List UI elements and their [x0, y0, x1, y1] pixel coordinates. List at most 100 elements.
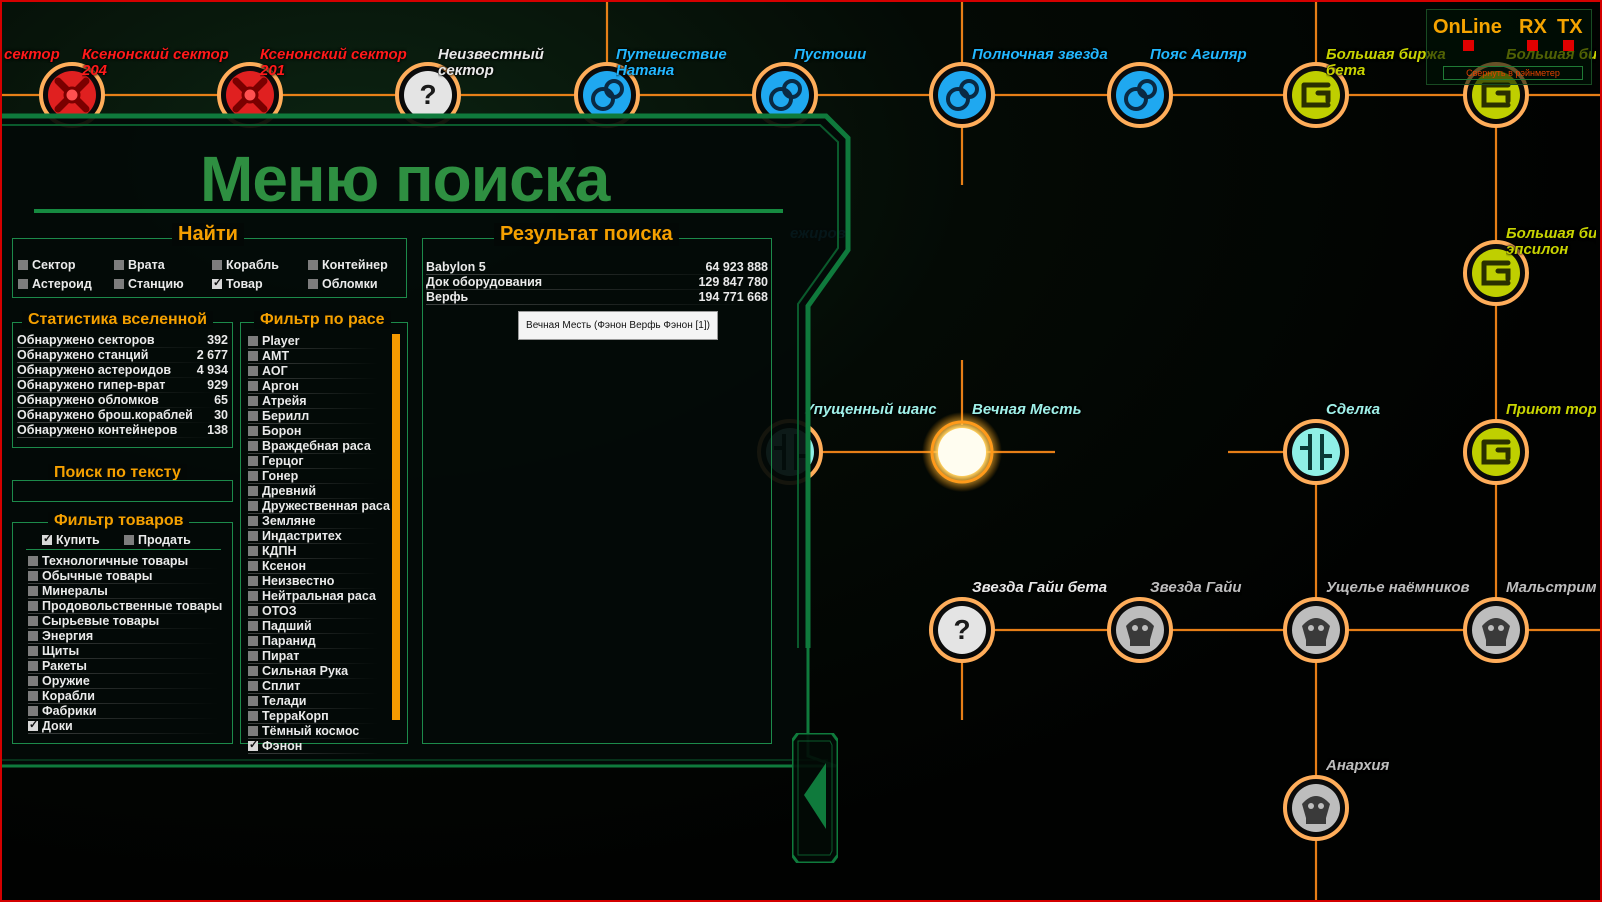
goods-filter-checkbox[interactable]: Ракеты — [28, 659, 87, 674]
sell-checkbox[interactable]: Продать — [124, 533, 191, 548]
online-label: OnLine — [1433, 16, 1502, 38]
sector-label[interactable]: Приют торговца — [1506, 402, 1596, 418]
sector-label[interactable]: Звезда Гайи бета — [972, 580, 1107, 596]
race-filter-checkbox[interactable]: Нейтральная раса — [248, 589, 376, 604]
sector-label[interactable]: Пустоши — [794, 47, 866, 63]
race-filter-checkbox[interactable]: Сильная Рука — [248, 664, 348, 679]
checkbox-label: ОТОЗ — [262, 604, 297, 618]
rx-indicator-icon — [1527, 40, 1538, 51]
goods-filter-checkbox[interactable]: Фабрики — [28, 704, 97, 719]
sector-node-split-icon[interactable] — [1283, 419, 1349, 485]
race-filter-checkbox[interactable]: Берилл — [248, 409, 309, 424]
goods-filter-checkbox[interactable]: Доки — [28, 718, 73, 734]
goods-filter-checkbox[interactable]: Энергия — [28, 629, 93, 644]
goods-filter-checkbox[interactable]: Технологичные товары — [28, 554, 188, 569]
sector-label[interactable]: Полночная звезда — [972, 47, 1108, 63]
sector-node-pirate-icon[interactable] — [1107, 597, 1173, 663]
find-option-checkbox[interactable]: Корабль — [212, 258, 279, 273]
race-filter-checkbox[interactable]: Сплит — [248, 679, 300, 694]
race-filter-checkbox[interactable]: ТерраКорп — [248, 709, 329, 724]
sector-label[interactable]: Ущелье наёмников — [1326, 580, 1470, 596]
race-filter-checkbox[interactable]: Земляне — [248, 514, 316, 529]
result-name[interactable]: Babylon 5 — [426, 260, 486, 275]
sector-label[interactable]: Ксенонский сектор 204 — [82, 47, 229, 79]
find-option-checkbox[interactable]: Станцию — [114, 277, 184, 292]
race-filter-checkbox[interactable]: Телади — [248, 694, 306, 709]
find-option-checkbox[interactable]: Сектор — [18, 258, 75, 273]
find-option-checkbox[interactable]: Астероид — [18, 277, 92, 292]
stat-value: 65 — [214, 393, 228, 407]
sector-label[interactable]: Большая биржаэпсилон — [1506, 226, 1596, 258]
find-option-checkbox[interactable]: Обломки — [308, 277, 378, 292]
race-filter-checkbox[interactable]: Паранид — [248, 634, 316, 649]
sector-label[interactable]: Путешествие Натана — [616, 47, 727, 79]
race-filter-checkbox[interactable]: Пират — [248, 649, 299, 664]
race-filter-checkbox[interactable]: Борон — [248, 424, 301, 439]
race-filter-scrollbar[interactable] — [392, 334, 400, 720]
sector-label[interactable]: сектор — [4, 47, 60, 63]
race-filter-checkbox[interactable]: Аргон — [248, 379, 299, 394]
goods-filter-checkbox[interactable]: Минералы — [28, 584, 108, 599]
race-filter-checkbox[interactable]: Player — [248, 334, 300, 349]
checkbox-label: Технологичные товары — [42, 554, 189, 568]
sector-label[interactable]: Анархия — [1326, 758, 1389, 774]
sector-node-glow-icon[interactable] — [922, 412, 1002, 492]
checkbox-label: Player — [262, 334, 300, 348]
text-search-input[interactable] — [12, 480, 233, 502]
find-option-checkbox[interactable]: Товар — [212, 276, 263, 292]
race-filter-checkbox[interactable]: АОГ — [248, 364, 288, 379]
goods-filter-checkbox[interactable]: Сырьевые товары — [28, 614, 159, 629]
checkbox-label: Аргон — [262, 379, 299, 393]
sector-label[interactable]: Ксенонский сектор 201 — [260, 47, 407, 79]
sector-node-boron-icon[interactable] — [929, 62, 995, 128]
find-option-checkbox[interactable]: Контейнер — [308, 258, 388, 273]
tx-indicator-icon — [1563, 40, 1574, 51]
race-filter-checkbox[interactable]: Древний — [248, 484, 316, 499]
race-filter-checkbox[interactable]: Ксенон — [248, 559, 306, 574]
result-name[interactable]: Док оборудования — [426, 275, 542, 290]
race-filter-checkbox[interactable]: Неизвестно — [248, 574, 334, 589]
sector-node-pirate-icon[interactable] — [1283, 597, 1349, 663]
sector-node-unknown-icon[interactable]: ? — [929, 597, 995, 663]
race-filter-checkbox[interactable]: Атрейя — [248, 394, 307, 409]
goods-filter-checkbox[interactable]: Оружие — [28, 674, 90, 689]
race-filter-checkbox[interactable]: Индастритех — [248, 529, 342, 544]
race-filter-checkbox[interactable]: Фэнон — [248, 738, 302, 754]
goods-filter-checkbox[interactable]: Корабли — [28, 689, 95, 704]
sector-node-pirate-icon[interactable] — [1283, 775, 1349, 841]
goods-filter-checkbox[interactable]: Обычные товары — [28, 569, 152, 584]
race-filter-checkbox[interactable]: Гонер — [248, 469, 298, 484]
race-filter-checkbox[interactable]: ОТОЗ — [248, 604, 297, 619]
sector-label[interactable]: Сделка — [1326, 402, 1380, 418]
race-filter-checkbox[interactable]: Дружественная раса — [248, 499, 390, 514]
sector-node-boron-icon[interactable] — [1107, 62, 1173, 128]
checkbox-label: Щиты — [42, 644, 80, 658]
sector-label[interactable]: Звезда Гайи — [1150, 580, 1242, 596]
buy-checkbox[interactable]: Купить — [42, 532, 100, 548]
race-filter-checkbox[interactable]: Тёмный космос — [248, 724, 359, 739]
goods-filter-checkbox[interactable]: Продовольственные товары — [28, 599, 222, 614]
checkbox-icon — [212, 260, 222, 270]
race-filter-checkbox[interactable]: АМТ — [248, 349, 289, 364]
collapse-panel-button[interactable] — [792, 733, 838, 863]
goods-filter-checkbox[interactable]: Щиты — [28, 644, 79, 659]
collapse-to-rainmeter-button[interactable]: Свернуть в рэйнметер — [1443, 66, 1583, 80]
checkbox-icon — [28, 616, 38, 626]
result-name[interactable]: Верфь — [426, 290, 468, 305]
race-filter-checkbox[interactable]: Герцог — [248, 454, 304, 469]
stat-value: 30 — [214, 408, 228, 422]
sector-label[interactable]: Вечная Месть — [972, 402, 1082, 418]
checkbox-icon — [114, 279, 124, 289]
sector-label[interactable]: Мальстрим — [1506, 580, 1596, 596]
sell-label: Продать — [138, 533, 191, 547]
race-filter-checkbox[interactable]: КДПН — [248, 544, 297, 559]
sector-node-pirate-icon[interactable] — [1463, 597, 1529, 663]
race-filter-checkbox[interactable]: Враждебная раса — [248, 439, 371, 454]
sector-label[interactable]: Пояс Агиляр — [1150, 47, 1247, 63]
sector-node-teladi-icon[interactable] — [1463, 419, 1529, 485]
find-option-checkbox[interactable]: Врата — [114, 258, 165, 273]
checkbox-label: Дружественная раса — [262, 499, 390, 513]
race-filter-checkbox[interactable]: Падший — [248, 619, 312, 634]
sector-label[interactable]: Неизвестный сектор — [438, 47, 544, 79]
checkbox-label: АОГ — [262, 364, 288, 378]
